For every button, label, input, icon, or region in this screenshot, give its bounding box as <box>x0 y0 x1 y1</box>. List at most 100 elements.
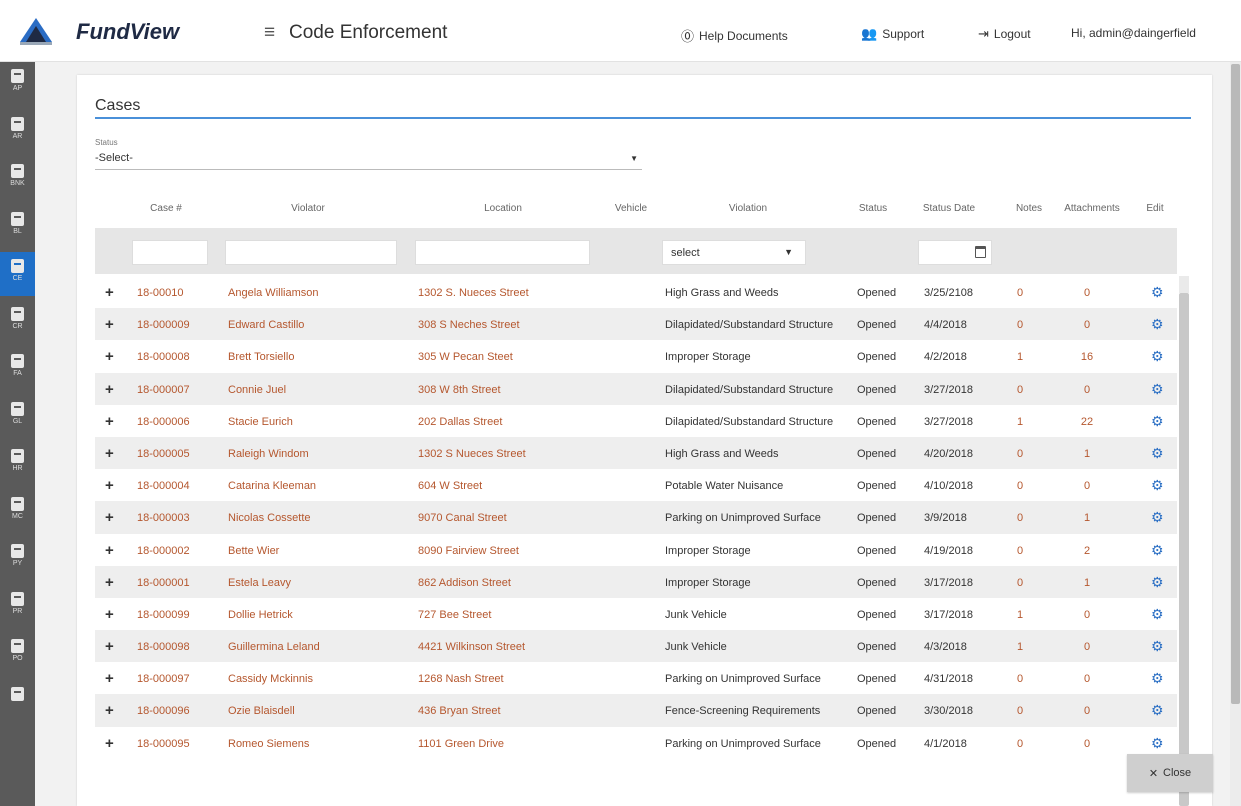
sidebar-item-ar[interactable]: AR <box>0 110 35 154</box>
case-number-link[interactable]: 18-000002 <box>137 545 190 557</box>
case-filter-input[interactable] <box>132 240 208 265</box>
notes-count[interactable]: 0 <box>1017 577 1023 589</box>
attachments-count[interactable]: 0 <box>1077 480 1097 492</box>
edit-gear-icon[interactable]: ⚙ <box>1151 413 1164 430</box>
attachments-count[interactable]: 0 <box>1077 705 1097 717</box>
violation-filter-select[interactable]: select ▼ <box>662 240 806 265</box>
page-scrollbar-thumb[interactable] <box>1231 64 1240 704</box>
notes-count[interactable]: 1 <box>1017 351 1023 363</box>
violator-link[interactable]: Estela Leavy <box>228 577 291 589</box>
sidebar-item-cr[interactable]: CR <box>0 300 35 344</box>
violator-link[interactable]: Dollie Hetrick <box>228 609 293 621</box>
column-header-violation[interactable]: Violation <box>718 203 778 214</box>
column-header-attachments[interactable]: Attachments <box>1053 203 1131 214</box>
calendar-icon[interactable] <box>975 246 986 258</box>
case-number-link[interactable]: 18-000095 <box>137 738 190 750</box>
status-date-filter-input[interactable] <box>918 240 992 265</box>
attachments-count[interactable]: 0 <box>1077 287 1097 299</box>
close-button[interactable]: ✕ Close <box>1127 754 1213 792</box>
attachments-count[interactable]: 1 <box>1077 448 1097 460</box>
attachments-count[interactable]: 0 <box>1077 673 1097 685</box>
case-number-link[interactable]: 18-000007 <box>137 384 190 396</box>
case-number-link[interactable]: 18-000005 <box>137 448 190 460</box>
column-header-status-date[interactable]: Status Date <box>918 203 980 214</box>
notes-count[interactable]: 0 <box>1017 287 1023 299</box>
violator-link[interactable]: Brett Torsiello <box>228 351 294 363</box>
edit-gear-icon[interactable]: ⚙ <box>1151 284 1164 301</box>
location-link[interactable]: 202 Dallas Street <box>418 416 502 428</box>
notes-count[interactable]: 1 <box>1017 641 1023 653</box>
violator-link[interactable]: Stacie Eurich <box>228 416 293 428</box>
attachments-count[interactable]: 0 <box>1077 641 1097 653</box>
location-link[interactable]: 1268 Nash Street <box>418 673 504 685</box>
case-number-link[interactable]: 18-000004 <box>137 480 190 492</box>
notes-count[interactable]: 0 <box>1017 545 1023 557</box>
edit-gear-icon[interactable]: ⚙ <box>1151 606 1164 623</box>
sidebar-item-lock[interactable] <box>0 680 35 724</box>
edit-gear-icon[interactable]: ⚙ <box>1151 670 1164 687</box>
notes-count[interactable]: 0 <box>1017 705 1023 717</box>
location-link[interactable]: 1302 S Nueces Street <box>418 448 526 460</box>
table-scrollbar-thumb[interactable] <box>1179 293 1189 806</box>
attachments-count[interactable]: 0 <box>1077 609 1097 621</box>
notes-count[interactable]: 1 <box>1017 609 1023 621</box>
expand-row-icon[interactable]: + <box>105 606 114 623</box>
table-scrollbar-track[interactable] <box>1179 276 1189 293</box>
edit-gear-icon[interactable]: ⚙ <box>1151 477 1164 494</box>
notes-count[interactable]: 0 <box>1017 738 1023 750</box>
violator-link[interactable]: Connie Juel <box>228 384 286 396</box>
location-link[interactable]: 4421 Wilkinson Street <box>418 641 525 653</box>
location-link[interactable]: 727 Bee Street <box>418 609 491 621</box>
case-number-link[interactable]: 18-000098 <box>137 641 190 653</box>
expand-row-icon[interactable]: + <box>105 477 114 494</box>
column-header-violator[interactable]: Violator <box>283 203 333 214</box>
case-number-link[interactable]: 18-000008 <box>137 351 190 363</box>
expand-row-icon[interactable]: + <box>105 381 114 398</box>
edit-gear-icon[interactable]: ⚙ <box>1151 348 1164 365</box>
support-link[interactable]: 👥 Support <box>861 26 924 42</box>
case-number-link[interactable]: 18-000096 <box>137 705 190 717</box>
edit-gear-icon[interactable]: ⚙ <box>1151 702 1164 719</box>
sidebar-item-gl[interactable]: GL <box>0 395 35 439</box>
case-number-link[interactable]: 18-000001 <box>137 577 190 589</box>
edit-gear-icon[interactable]: ⚙ <box>1151 542 1164 559</box>
expand-row-icon[interactable]: + <box>105 509 114 526</box>
location-link[interactable]: 8090 Fairview Street <box>418 545 519 557</box>
location-link[interactable]: 308 S Neches Street <box>418 319 520 331</box>
violator-link[interactable]: Nicolas Cossette <box>228 512 311 524</box>
violator-link[interactable]: Bette Wier <box>228 545 279 557</box>
location-link[interactable]: 305 W Pecan Steet <box>418 351 513 363</box>
expand-row-icon[interactable]: + <box>105 735 114 752</box>
edit-gear-icon[interactable]: ⚙ <box>1151 316 1164 333</box>
notes-count[interactable]: 0 <box>1017 512 1023 524</box>
sidebar-item-ap[interactable]: AP <box>0 62 35 106</box>
column-header-location[interactable]: Location <box>478 203 528 214</box>
violator-link[interactable]: Ozie Blaisdell <box>228 705 295 717</box>
expand-row-icon[interactable]: + <box>105 638 114 655</box>
case-number-link[interactable]: 18-00010 <box>137 287 184 299</box>
case-number-link[interactable]: 18-000003 <box>137 512 190 524</box>
help-documents-link[interactable]: ⓪ Help Documents <box>681 26 788 45</box>
attachments-count[interactable]: 0 <box>1077 738 1097 750</box>
logout-link[interactable]: ⇥ Logout <box>978 26 1031 42</box>
menu-icon[interactable]: ≡ <box>264 22 275 44</box>
sidebar-item-fa[interactable]: FA <box>0 347 35 391</box>
case-number-link[interactable]: 18-000099 <box>137 609 190 621</box>
expand-row-icon[interactable]: + <box>105 348 114 365</box>
sidebar-item-bl[interactable]: BL <box>0 205 35 249</box>
expand-row-icon[interactable]: + <box>105 445 114 462</box>
attachments-count[interactable]: 0 <box>1077 319 1097 331</box>
expand-row-icon[interactable]: + <box>105 702 114 719</box>
sidebar-item-mc[interactable]: MC <box>0 490 35 534</box>
attachments-count[interactable]: 1 <box>1077 512 1097 524</box>
violator-link[interactable]: Romeo Siemens <box>228 738 309 750</box>
edit-gear-icon[interactable]: ⚙ <box>1151 509 1164 526</box>
edit-gear-icon[interactable]: ⚙ <box>1151 735 1164 752</box>
notes-count[interactable]: 0 <box>1017 673 1023 685</box>
violator-filter-input[interactable] <box>225 240 397 265</box>
attachments-count[interactable]: 1 <box>1077 577 1097 589</box>
sidebar-item-ce[interactable]: CE <box>0 252 35 296</box>
violator-link[interactable]: Guillermina Leland <box>228 641 320 653</box>
attachments-count[interactable]: 16 <box>1077 351 1097 363</box>
expand-row-icon[interactable]: + <box>105 316 114 333</box>
